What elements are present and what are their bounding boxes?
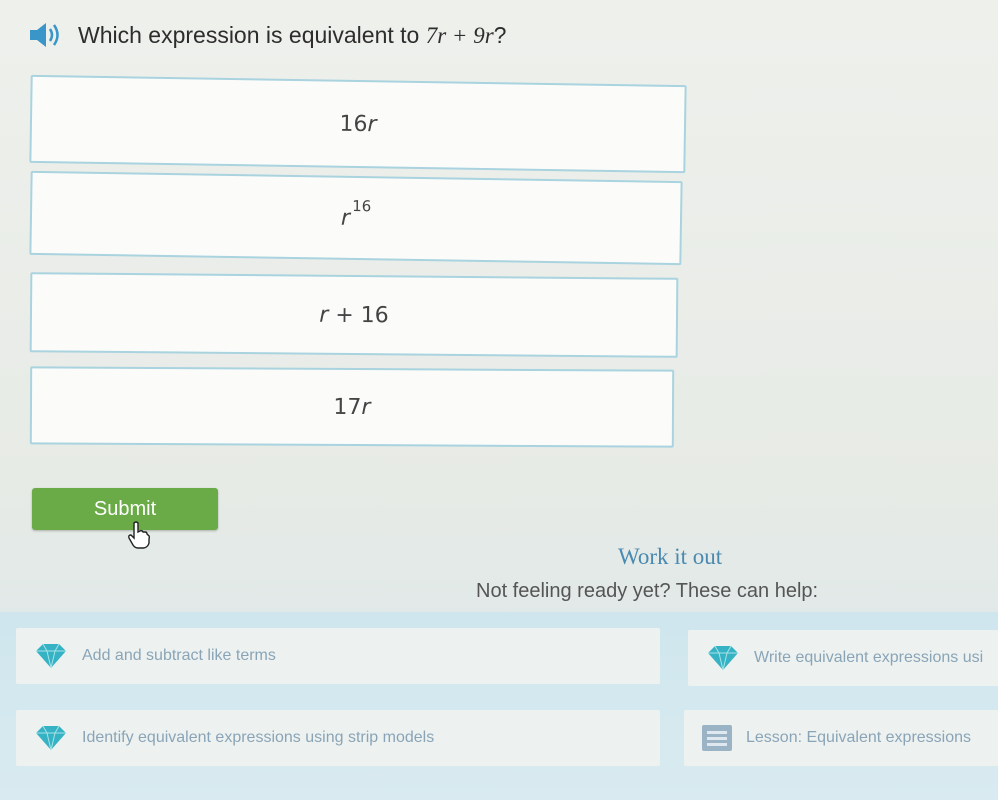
work-it-out-title: Work it out xyxy=(618,544,723,569)
choice-variable: r xyxy=(361,394,371,420)
question-expression: 7r + 9r xyxy=(425,22,494,48)
submit-button[interactable]: Submit xyxy=(32,488,218,530)
resource-label: Lesson: Equivalent expressions xyxy=(746,729,972,746)
resource-link-strip-models[interactable]: Identify equivalent expressions using st… xyxy=(16,710,660,766)
diamond-icon xyxy=(34,642,68,670)
answer-choice-r-plus-16[interactable]: r + 16 xyxy=(29,272,679,358)
question-prefix: Which expression is equivalent to xyxy=(78,21,426,48)
choice-variable: r xyxy=(340,205,351,231)
answer-choice-17r[interactable]: 17 r xyxy=(29,366,675,448)
work-it-out-subtitle: Not feeling ready yet? These can help: xyxy=(476,580,819,602)
diamond-icon xyxy=(34,724,68,752)
resource-label: Add and subtract like terms xyxy=(82,647,276,664)
choice-exponent: 16 xyxy=(352,196,372,216)
diamond-icon xyxy=(706,644,740,672)
question-page: Which expression is equivalent to 7r + 9… xyxy=(0,0,998,800)
question-text: Which expression is equivalent to 7r + 9… xyxy=(78,22,506,49)
lesson-icon xyxy=(702,725,732,751)
choice-variable: r xyxy=(319,302,329,328)
resource-link-add-subtract-like-terms[interactable]: Add and subtract like terms xyxy=(16,628,660,684)
resource-label: Write equivalent expressions usi xyxy=(754,649,984,666)
resource-link-write-equivalent-expressions[interactable]: Write equivalent expressions usi xyxy=(688,630,998,686)
resource-label: Identify equivalent expressions using st… xyxy=(82,729,435,746)
answer-choice-16r[interactable]: 16 r xyxy=(29,74,687,174)
choice-coefficient: 16 xyxy=(339,111,368,137)
speaker-icon[interactable] xyxy=(28,18,66,52)
question-header: Which expression is equivalent to 7r + 9… xyxy=(28,18,506,52)
question-suffix: ? xyxy=(493,21,507,48)
choice-coefficient: 17 xyxy=(333,394,362,420)
choice-variable: r xyxy=(367,111,377,137)
resource-link-lesson[interactable]: Lesson: Equivalent expressions xyxy=(684,710,998,766)
answer-choice-r-to-16[interactable]: r 16 xyxy=(29,170,683,266)
choice-rest: + 16 xyxy=(328,302,389,328)
hand-cursor-icon xyxy=(126,520,152,550)
